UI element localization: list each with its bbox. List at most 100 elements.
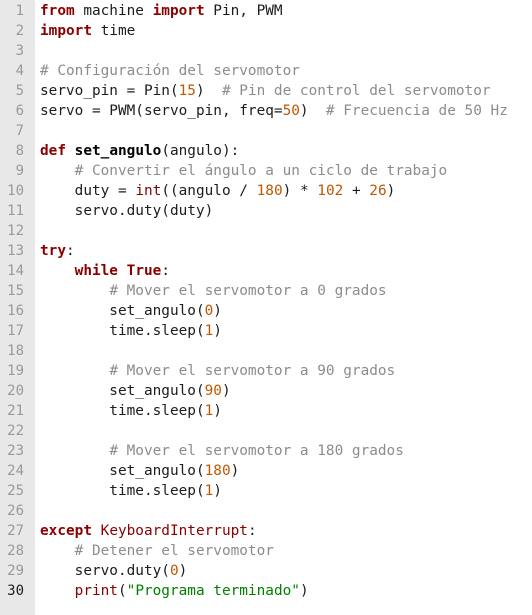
line-number: 29: [7, 563, 24, 579]
code-line[interactable]: def set_angulo(angulo):: [40, 141, 532, 161]
code-line[interactable]: [40, 121, 532, 141]
code-line[interactable]: set_angulo(0): [40, 301, 532, 321]
code-line[interactable]: # Convertir el ángulo a un ciclo de trab…: [40, 161, 532, 181]
code-text: (angulo):: [161, 143, 240, 159]
code-line[interactable]: import time: [40, 21, 532, 41]
code-editor[interactable]: 1 2 3 4 5 6 7 8 9 10 11 12 13 14 15 16 17 18 19 20 21 22 23 24 2…: [0, 0, 532, 615]
code-text: :: [161, 263, 170, 279]
code-text: time.sleep(: [40, 483, 205, 499]
code-line[interactable]: # Configuración del servomotor: [40, 61, 532, 81]
comment-token: # Mover el servomotor a 0 grados: [109, 283, 387, 299]
code-line[interactable]: servo.duty(duty): [40, 201, 532, 221]
code-text: :: [247, 523, 257, 539]
code-text: ): [299, 103, 326, 119]
line-number: 12: [7, 223, 24, 239]
line-number: 10: [7, 183, 24, 199]
code-text: ((angulo /: [161, 183, 257, 199]
number-literal: 1: [204, 483, 214, 499]
code-text: servo.duty(duty): [40, 203, 214, 219]
code-text: set_angulo(: [40, 383, 205, 399]
code-line[interactable]: # Mover el servomotor a 90 grados: [40, 361, 532, 381]
code-line[interactable]: set_angulo(90): [40, 381, 532, 401]
code-line[interactable]: from machine import Pin, PWM: [40, 1, 532, 21]
line-number: 25: [7, 483, 24, 499]
number-literal: 0: [169, 563, 179, 579]
number-literal: 1: [204, 323, 214, 339]
line-number: 7: [15, 123, 24, 139]
code-line[interactable]: [40, 421, 532, 441]
code-line[interactable]: set_angulo(180): [40, 461, 532, 481]
line-number: 1: [15, 3, 24, 19]
code-line[interactable]: [40, 501, 532, 521]
code-text: Pin, PWM: [204, 3, 283, 19]
comment-token: # Convertir el ángulo a un ciclo de trab…: [74, 163, 448, 179]
builtin-token: print: [74, 583, 118, 599]
code-line[interactable]: except KeyboardInterrupt:: [40, 521, 532, 541]
code-line[interactable]: duty = int((angulo / 180) * 102 + 26): [40, 181, 532, 201]
code-text: ) *: [282, 183, 318, 199]
code-line[interactable]: # Detener el servomotor: [40, 541, 532, 561]
keyword-token: from: [40, 3, 75, 19]
code-text: machine: [74, 3, 153, 19]
code-text: ): [230, 463, 240, 479]
line-number: 8: [15, 143, 24, 159]
line-number: 11: [7, 203, 24, 219]
code-text: set_angulo(: [40, 463, 205, 479]
code-text: ): [213, 483, 222, 499]
line-number-gutter: 1 2 3 4 5 6 7 8 9 10 11 12 13 14 15 16 17 18 19 20 21 22 23 24 2…: [0, 0, 35, 615]
code-line[interactable]: servo_pin = Pin(15) # Pin de control del…: [40, 81, 532, 101]
line-number: 14: [7, 263, 24, 279]
line-number: 24: [7, 463, 24, 479]
builtin-token: int: [135, 183, 162, 199]
line-number: 3: [15, 43, 24, 59]
line-number: 26: [7, 503, 24, 519]
code-line[interactable]: time.sleep(1): [40, 481, 532, 501]
code-line[interactable]: time.sleep(1): [40, 321, 532, 341]
line-number: 27: [7, 523, 24, 539]
code-text: ): [221, 383, 231, 399]
code-text: time.sleep(: [40, 403, 205, 419]
line-number: 13: [7, 243, 24, 259]
code-line[interactable]: try:: [40, 241, 532, 261]
code-text: ): [178, 563, 188, 579]
number-literal: 15: [178, 83, 196, 99]
code-line[interactable]: # Mover el servomotor a 180 grados: [40, 441, 532, 461]
code-line[interactable]: servo.duty(0): [40, 561, 532, 581]
code-line[interactable]: [40, 341, 532, 361]
comment-token: # Mover el servomotor a 90 grados: [109, 363, 396, 379]
code-area[interactable]: from machine import Pin, PWM import time #…: [35, 0, 532, 615]
number-literal: 0: [204, 303, 214, 319]
code-text: servo = PWM(servo_pin, freq=: [40, 103, 283, 119]
comment-token: # Detener el servomotor: [74, 543, 274, 559]
code-text: duty =: [40, 183, 136, 199]
line-number: 18: [7, 343, 24, 359]
code-line[interactable]: [40, 221, 532, 241]
code-text: ): [195, 83, 222, 99]
line-number: 9: [15, 163, 24, 179]
line-number: 17: [7, 323, 24, 339]
code-line[interactable]: # Mover el servomotor a 0 grados: [40, 281, 532, 301]
code-line[interactable]: time.sleep(1): [40, 401, 532, 421]
code-line[interactable]: [40, 41, 532, 61]
line-number: 30: [7, 583, 24, 599]
keyword-token: except: [40, 523, 92, 539]
line-number: 22: [7, 423, 24, 439]
code-line[interactable]: print("Programa terminado"): [40, 581, 532, 601]
number-literal: 26: [369, 183, 387, 199]
code-text: ): [213, 403, 222, 419]
line-number: 2: [15, 23, 24, 39]
code-text: ): [213, 323, 222, 339]
code-line[interactable]: servo = PWM(servo_pin, freq=50) # Frecue…: [40, 101, 532, 121]
comment-token: # Configuración del servomotor: [40, 63, 300, 79]
code-line[interactable]: while True:: [40, 261, 532, 281]
line-number: 21: [7, 403, 24, 419]
code-text: ): [299, 583, 309, 599]
code-text: ): [386, 183, 396, 199]
